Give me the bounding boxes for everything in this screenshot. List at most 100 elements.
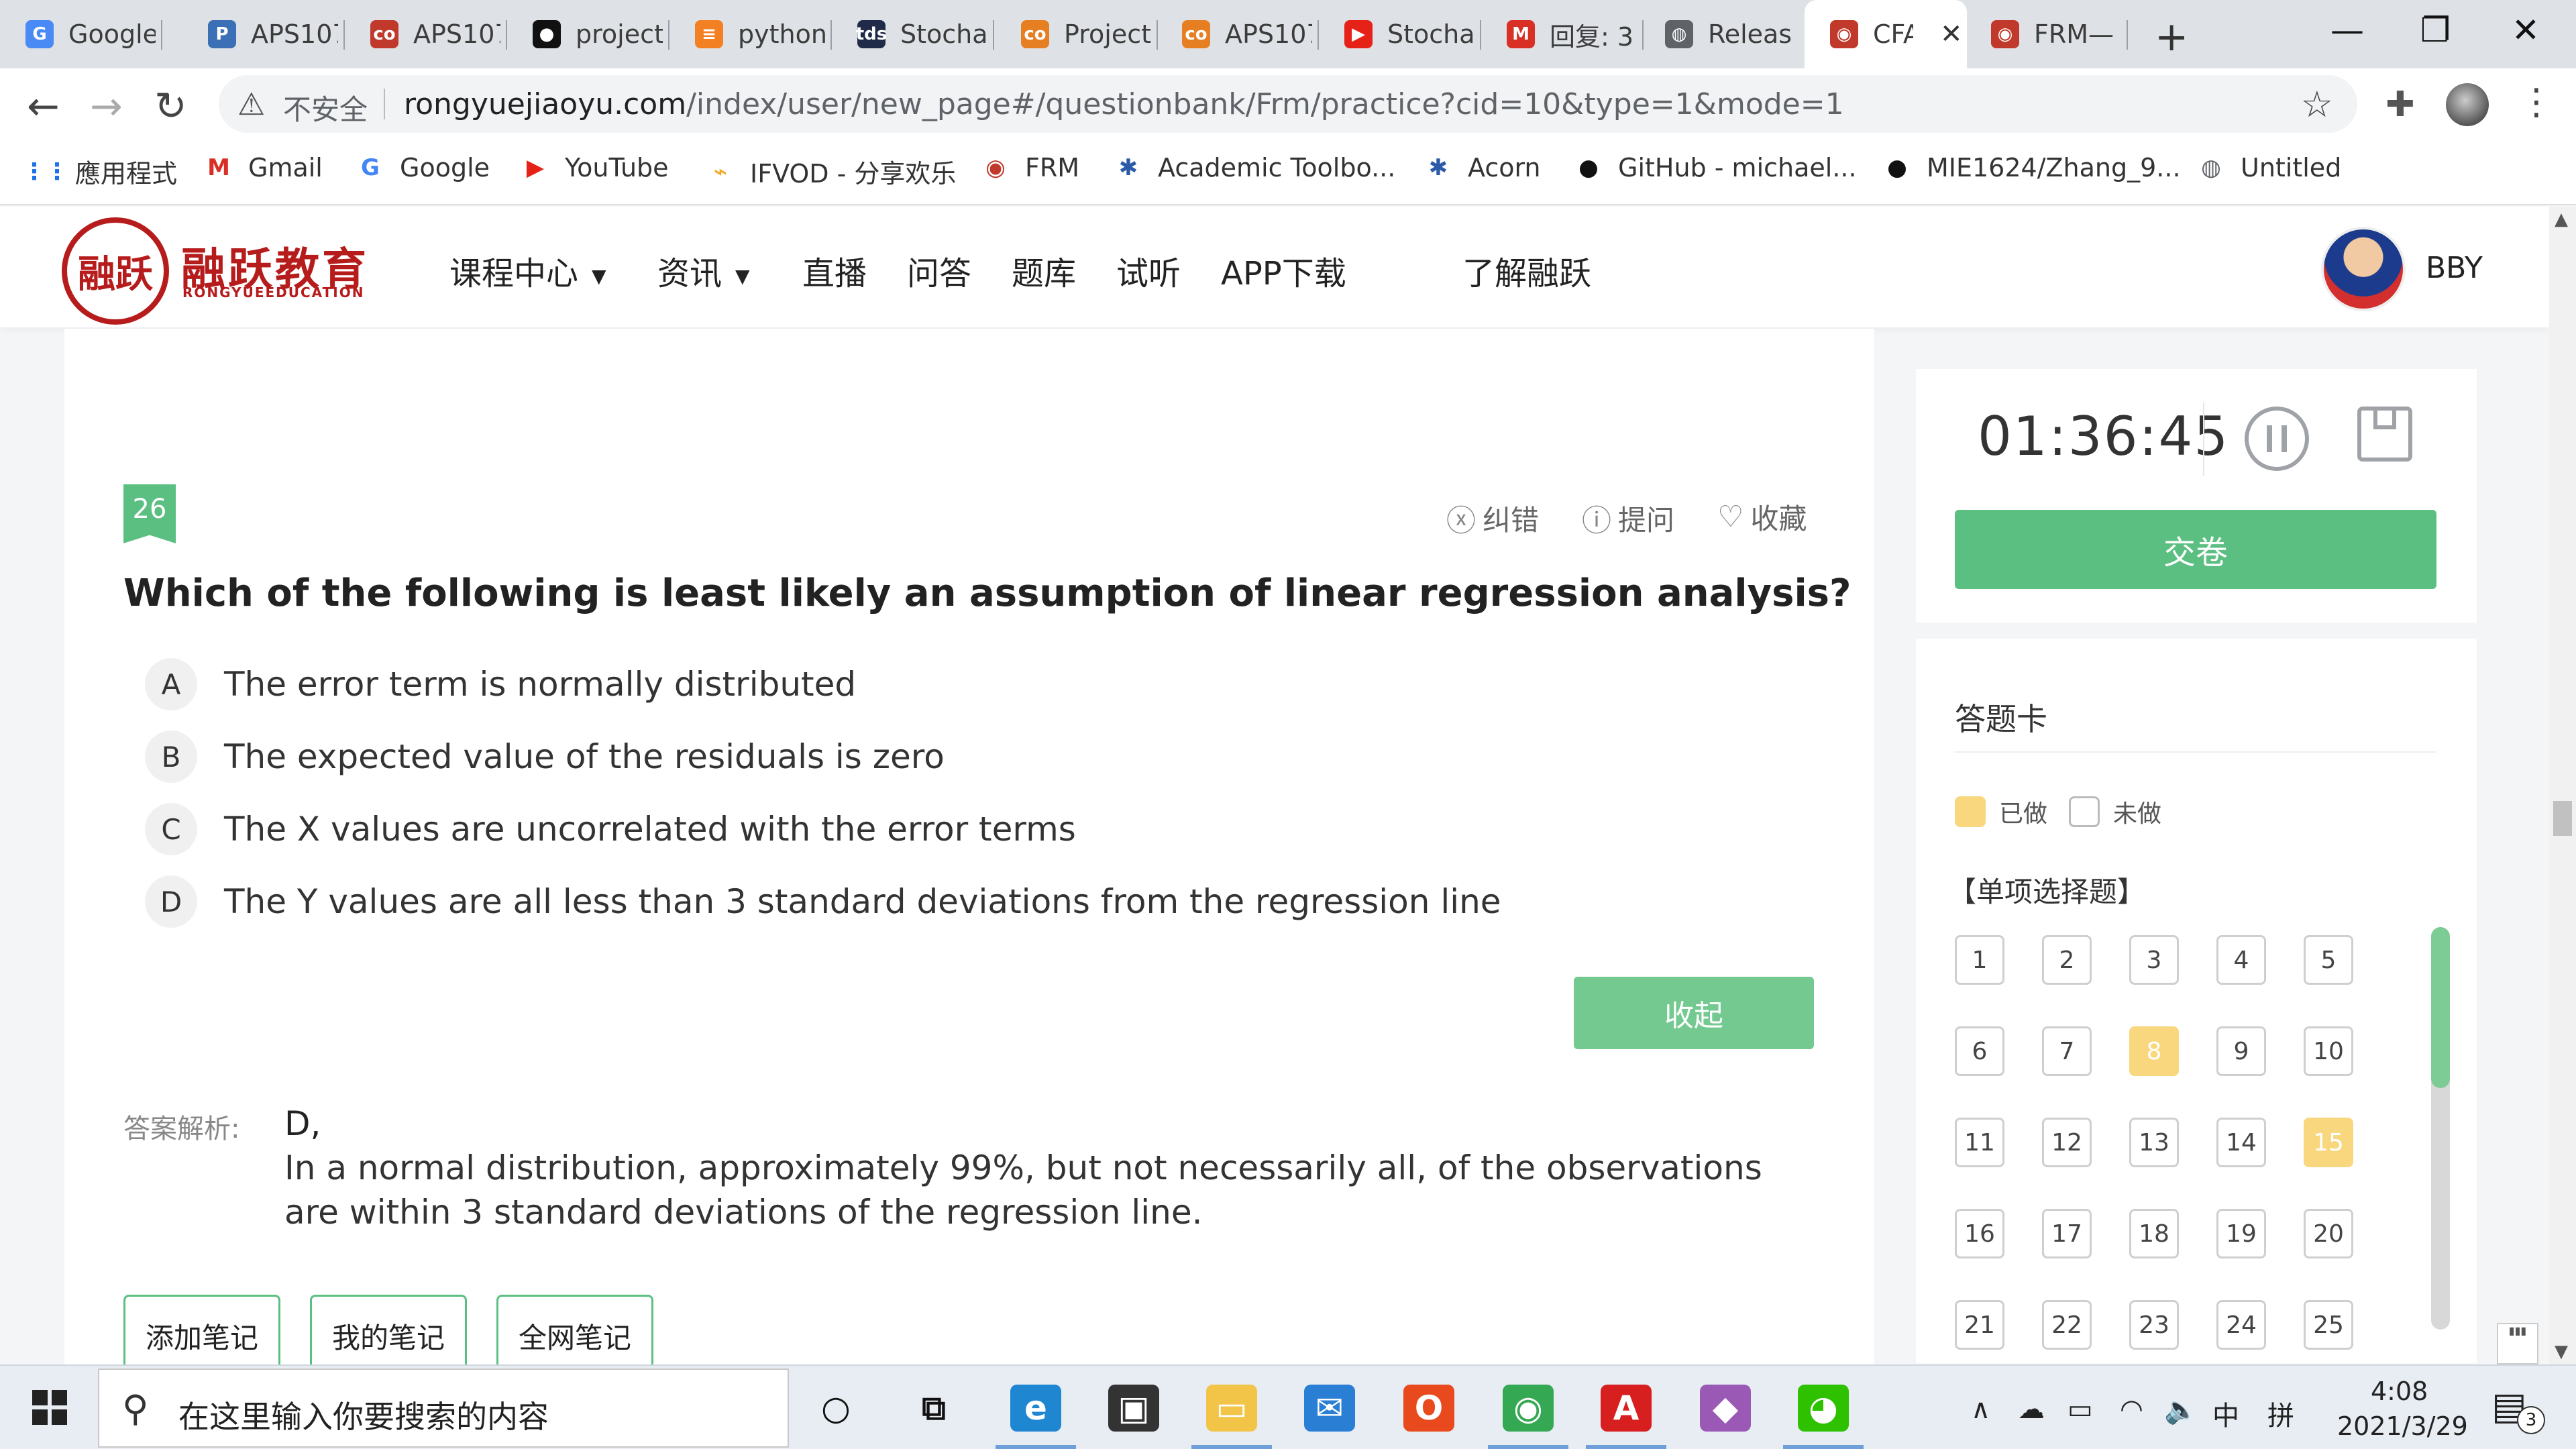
browser-tab[interactable]: ● project — [507, 0, 669, 68]
mail-icon[interactable]: ✉ — [1304, 1385, 1355, 1432]
question-cell[interactable]: 3 — [2129, 935, 2179, 985]
browser-tab[interactable]: ≡ python — [669, 0, 832, 68]
bookmark-item[interactable]: ◉ FRM — [981, 153, 1079, 182]
question-cell[interactable]: 16 — [1955, 1209, 2004, 1258]
page-scroll-thumb[interactable] — [2553, 801, 2572, 836]
user-avatar[interactable] — [2321, 227, 2406, 311]
task-view-icon[interactable]: ⧉ — [908, 1385, 959, 1432]
floating-chart-icon[interactable]: ▮▮▮ — [2497, 1323, 2538, 1364]
browser-profile-avatar[interactable] — [2446, 83, 2489, 126]
bookmark-item[interactable]: ✱ Acorn — [1424, 153, 1541, 182]
browser-menu-icon[interactable]: ⋮ — [2518, 80, 2555, 123]
new-tab-button[interactable]: + — [2155, 13, 2188, 60]
answer-card-scroll-thumb[interactable] — [2431, 927, 2450, 1088]
option-d[interactable]: D The Y values are all less than 3 stand… — [145, 875, 1501, 928]
cortana-icon[interactable]: ○ — [810, 1385, 861, 1432]
option-c[interactable]: C The X values are uncorrelated with the… — [145, 802, 1076, 856]
submit-exam-button[interactable]: 交卷 — [1955, 510, 2436, 589]
tray-battery-icon[interactable]: ▭ — [2068, 1394, 2093, 1425]
bookmark-item[interactable]: G Google — [356, 153, 490, 182]
acrobat-icon[interactable]: A — [1601, 1385, 1652, 1432]
question-cell[interactable]: 15 — [2304, 1118, 2353, 1167]
scroll-up-icon[interactable]: ▲ — [2555, 209, 2568, 229]
tray-volume-icon[interactable]: 🔈 — [2164, 1394, 2198, 1426]
tray-chevron-up-icon[interactable]: ∧ — [1971, 1394, 1990, 1425]
nav-about[interactable]: 了解融跃 — [1462, 247, 1591, 294]
edge-icon[interactable]: e — [1010, 1385, 1061, 1432]
bookmark-item[interactable]: ⌁ IFVOD - 分享欢乐 — [706, 153, 957, 190]
question-cell[interactable]: 24 — [2216, 1300, 2266, 1350]
bookmark-item[interactable]: ▶ YouTube — [521, 153, 669, 182]
question-cell[interactable]: 20 — [2304, 1209, 2353, 1258]
question-cell[interactable]: 19 — [2216, 1209, 2266, 1258]
nav-live[interactable]: 直播 — [802, 247, 867, 294]
taskbar-search-box[interactable]: ⚲ 在这里输入你要搜索的内容 — [98, 1368, 789, 1448]
question-cell[interactable]: 4 — [2216, 935, 2266, 985]
question-cell[interactable]: 10 — [2304, 1026, 2353, 1076]
bookmark-item[interactable]: ✱ Academic Toolbo... — [1114, 153, 1396, 182]
bookmark-item[interactable]: M Gmail — [204, 153, 323, 182]
question-cell[interactable]: 12 — [2042, 1118, 2092, 1167]
question-cell[interactable]: 23 — [2129, 1300, 2179, 1350]
bookmark-item[interactable]: ◍ Untitled — [2196, 153, 2341, 182]
bookmark-item[interactable]: ● MIE1624/Zhang_9... — [1882, 153, 2180, 182]
browser-tab[interactable]: tds Stocha — [832, 0, 994, 68]
browser-tab[interactable]: P APS107 — [182, 0, 345, 68]
nav-course-center[interactable]: 课程中心 ▼ — [449, 247, 606, 294]
bookmark-item[interactable]: ● GitHub - michael... — [1574, 153, 1856, 182]
question-cell[interactable]: 22 — [2042, 1300, 2092, 1350]
clock-date[interactable]: 2021/3/29 — [2337, 1411, 2468, 1441]
insecure-label[interactable]: 不安全 — [283, 87, 368, 128]
close-tab-icon[interactable]: ✕ — [1940, 19, 1963, 50]
browser-tab[interactable]: co Project — [996, 0, 1158, 68]
my-notes-button[interactable]: 我的笔记 — [310, 1295, 467, 1375]
file-explorer-icon[interactable]: ▭ — [1206, 1385, 1257, 1432]
browser-tab[interactable]: co APS107 — [1157, 0, 1319, 68]
question-cell[interactable]: 5 — [2304, 935, 2353, 985]
tray-wifi-icon[interactable]: ◠ — [2120, 1394, 2143, 1425]
question-cell[interactable]: 25 — [2304, 1300, 2353, 1350]
nav-qa[interactable]: 问答 — [907, 247, 971, 294]
option-a[interactable]: A The error term is normally distributed — [145, 657, 856, 711]
browser-tab[interactable]: ◉ CFA ✕ — [1805, 0, 1967, 68]
question-cell[interactable]: 9 — [2216, 1026, 2266, 1076]
forward-arrow-icon[interactable]: → — [90, 83, 123, 129]
report-error-button[interactable]: ⓧ 纠错 — [1446, 496, 1539, 539]
question-cell[interactable]: 6 — [1955, 1026, 2004, 1076]
nav-news[interactable]: 资讯 ▼ — [657, 247, 750, 294]
ime-mode[interactable]: 拼 — [2267, 1394, 2294, 1433]
ask-question-button[interactable]: ⓘ 提问 — [1582, 496, 1674, 539]
question-cell[interactable]: 21 — [1955, 1300, 2004, 1350]
browser-tab[interactable]: ◍ Releas — [1640, 0, 1802, 68]
question-cell[interactable]: 17 — [2042, 1209, 2092, 1258]
question-cell[interactable]: 2 — [2042, 935, 2092, 985]
clock-time[interactable]: 4:08 — [2371, 1377, 2428, 1406]
option-b[interactable]: B The expected value of the residuals is… — [145, 730, 945, 784]
minimize-button[interactable]: — — [2330, 11, 2364, 50]
address-bar[interactable]: ⚠ 不安全 rongyuejiaoyu.com/index/user/new_p… — [219, 75, 2357, 133]
chrome-icon[interactable]: ◉ — [1503, 1385, 1554, 1432]
question-cell[interactable]: 13 — [2129, 1118, 2179, 1167]
pause-icon[interactable] — [2245, 407, 2309, 471]
warning-triangle-icon[interactable]: ⚠ — [237, 86, 265, 122]
bookmark-item[interactable]: ⋮⋮ 應用程式 — [23, 153, 177, 190]
scroll-down-icon[interactable]: ▼ — [2555, 1342, 2568, 1362]
question-cell[interactable]: 18 — [2129, 1209, 2179, 1258]
bookmark-star-icon[interactable]: ☆ — [2301, 83, 2333, 125]
browser-tab[interactable]: G Google — [0, 0, 162, 68]
question-cell[interactable]: 11 — [1955, 1118, 2004, 1167]
tray-cloud-icon[interactable]: ☁ — [2018, 1394, 2045, 1425]
browser-tab[interactable]: M 回复: 3 — [1481, 0, 1644, 68]
question-cell[interactable]: 7 — [2042, 1026, 2092, 1076]
reload-icon[interactable]: ↻ — [154, 83, 187, 129]
page-scrollbar[interactable]: ▲ ▼ — [2549, 207, 2576, 1364]
user-name[interactable]: BBY — [2426, 251, 2483, 285]
all-notes-button[interactable]: 全网笔记 — [496, 1295, 653, 1375]
logo-seal[interactable]: 融跃 — [62, 217, 169, 325]
store-icon[interactable]: ▣ — [1108, 1385, 1159, 1432]
extensions-puzzle-icon[interactable]: ✚ — [2385, 85, 2415, 125]
browser-tab[interactable]: ▶ Stocha — [1319, 0, 1481, 68]
favorite-button[interactable]: ♡ 收藏 — [1717, 496, 1807, 537]
nav-trial[interactable]: 试听 — [1116, 247, 1181, 294]
nav-question-bank[interactable]: 题库 — [1012, 247, 1076, 294]
